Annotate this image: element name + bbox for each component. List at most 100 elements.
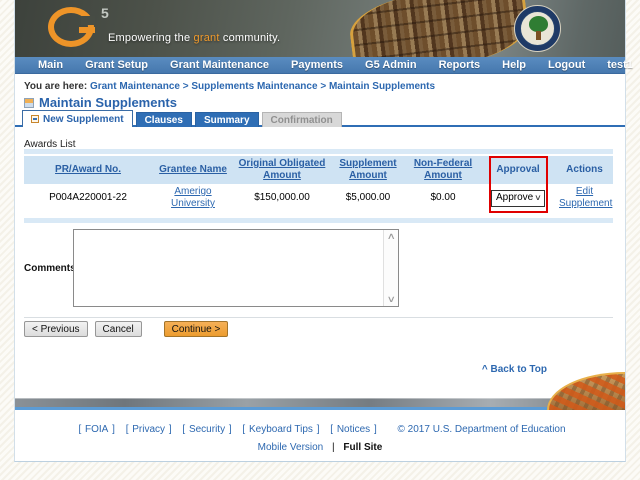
page-title-row: Maintain Supplements (24, 95, 177, 110)
nav-grant-maintenance[interactable]: Grant Maintenance (159, 59, 280, 71)
footer-links: [ FOIA ] [ Privacy ] [ Security ] [ Keyb… (15, 424, 625, 435)
footer-keyboard-tips-link[interactable]: Keyboard Tips (249, 424, 313, 435)
back-to-top-link[interactable]: ^ Back to Top (482, 364, 547, 375)
table-top-strip (24, 149, 613, 154)
approval-select-value: Approve (496, 192, 533, 204)
seal-inner (520, 11, 555, 46)
bookshelf-image (346, 0, 532, 57)
tab-summary[interactable]: Summary (195, 112, 259, 127)
table-header-row: PR/Award No. Grantee Name Original Oblig… (24, 156, 613, 184)
cell-actions: Edit Supplement (556, 184, 613, 212)
classroom-corner-image (547, 372, 625, 410)
breadcrumb-maintain-supplements[interactable]: Maintain Supplements (329, 81, 435, 92)
tagline-highlight: grant (194, 32, 220, 44)
col-header-non-federal-amount: Non-Federal Amount (406, 156, 480, 184)
tab-bar: New Supplement Clauses Summary Confirmat… (22, 110, 342, 127)
mobile-version-link[interactable]: Mobile Version (258, 442, 324, 453)
comments-textarea[interactable]: ∧ ∨ (73, 229, 399, 307)
g5-logo-bar (79, 27, 95, 33)
nav-username[interactable]: test1 (596, 59, 640, 71)
col-header-pr-award-no: PR/Award No. (24, 156, 152, 184)
sort-pr-award-no[interactable]: PR/Award No. (55, 164, 121, 175)
nav-reports[interactable]: Reports (428, 59, 492, 71)
footer-divider-pipe: | (332, 442, 335, 453)
content-area: 5 Empowering the grant community. Main G… (14, 0, 626, 462)
tab-clauses[interactable]: Clauses (136, 112, 192, 127)
grantee-name-link[interactable]: Amerigo University (171, 186, 215, 209)
col-header-grantee-name: Grantee Name (152, 156, 234, 184)
page-title: Maintain Supplements (39, 95, 177, 110)
approval-select[interactable]: Approve ∨ (491, 190, 545, 207)
scroll-down-icon[interactable]: ∨ (386, 295, 395, 304)
cell-pr-award-no: P004A220001-22 (24, 184, 152, 212)
sort-original-obligated-amount[interactable]: Original Obligated Amount (239, 158, 326, 181)
breadcrumb-prefix: You are here: (24, 81, 87, 92)
sort-non-federal-amount[interactable]: Non-Federal Amount (414, 158, 472, 181)
footer-mobile-row: Mobile Version | Full Site (15, 442, 625, 453)
nav-logout[interactable]: Logout (537, 59, 596, 71)
sort-grantee-name[interactable]: Grantee Name (159, 164, 227, 175)
seal-trunk (536, 31, 541, 40)
seal-tree-icon (529, 16, 548, 32)
nav-grant-setup[interactable]: Grant Setup (74, 59, 159, 71)
copyright: © 2017 U.S. Department of Education (398, 424, 566, 435)
bracket: ] (112, 424, 115, 435)
scroll-up-icon[interactable]: ∧ (386, 232, 395, 241)
g5-logo-notch (81, 16, 95, 25)
tagline-prefix: Empowering the (108, 32, 194, 44)
chevron-down-icon: ∨ (534, 192, 542, 204)
continue-button[interactable]: Continue > (164, 321, 229, 337)
nav-g5-admin[interactable]: G5 Admin (354, 59, 428, 71)
bracket: [ (126, 424, 129, 435)
footer-privacy-link[interactable]: Privacy (132, 424, 165, 435)
bracket: ] (229, 424, 232, 435)
page-title-icon (24, 98, 34, 108)
masthead: 5 Empowering the grant community. (15, 0, 625, 57)
footer-security-link[interactable]: Security (189, 424, 225, 435)
bracket: [ (182, 424, 185, 435)
footer-divider-image (15, 398, 625, 407)
nav-main[interactable]: Main (27, 59, 74, 71)
bracket: [ (242, 424, 245, 435)
table-row: P004A220001-22 Amerigo University $150,0… (24, 184, 613, 212)
bracket: ] (374, 424, 377, 435)
cell-approval: Approve ∨ (480, 184, 556, 212)
comments-label: Comments (24, 263, 73, 274)
breadcrumb-supplements-maintenance[interactable]: Supplements Maintenance (191, 81, 317, 92)
tab-new-supplement[interactable]: New Supplement (22, 110, 133, 127)
bracket: ] (169, 424, 172, 435)
department-of-education-seal-icon (514, 5, 561, 52)
cell-original-obligated-amount: $150,000.00 (234, 184, 330, 212)
tab-label: New Supplement (43, 114, 124, 125)
comments-section: Comments ∧ ∨ (24, 229, 399, 307)
footer-foia-link[interactable]: FOIA (85, 424, 108, 435)
tab-confirmation: Confirmation (262, 112, 342, 127)
bracket: [ (78, 424, 81, 435)
tab-page-icon (31, 115, 39, 123)
cell-supplement-amount: $5,000.00 (330, 184, 406, 212)
edit-supplement-link[interactable]: Edit Supplement (559, 186, 612, 209)
footer-notices-link[interactable]: Notices (337, 424, 370, 435)
nav-payments[interactable]: Payments (280, 59, 354, 71)
previous-button[interactable]: < Previous (24, 321, 88, 337)
buttons-separator (24, 317, 613, 318)
table-bottom-strip (24, 218, 613, 223)
caret-up-icon: ^ (482, 364, 488, 375)
breadcrumb-grant-maintenance[interactable]: Grant Maintenance (90, 81, 180, 92)
textarea-scrollbar[interactable]: ∧ ∨ (383, 230, 398, 306)
cell-grantee-name: Amerigo University (152, 184, 234, 212)
col-header-supplement-amount: Supplement Amount (330, 156, 406, 184)
buttons-row: < Previous Cancel Continue > (24, 321, 228, 337)
awards-table: PR/Award No. Grantee Name Original Oblig… (24, 149, 613, 223)
bracket: [ (330, 424, 333, 435)
tagline: Empowering the grant community. (108, 32, 280, 44)
footer-blue-line (15, 407, 625, 410)
bracket: ] (317, 424, 320, 435)
tagline-suffix: community. (220, 32, 281, 44)
col-header-original-obligated-amount: Original Obligated Amount (234, 156, 330, 184)
breadcrumb: You are here: Grant Maintenance > Supple… (24, 81, 435, 92)
g5-logo-icon (48, 7, 94, 47)
cancel-button[interactable]: Cancel (95, 321, 142, 337)
sort-supplement-amount[interactable]: Supplement Amount (339, 158, 396, 181)
nav-help[interactable]: Help (491, 59, 537, 71)
